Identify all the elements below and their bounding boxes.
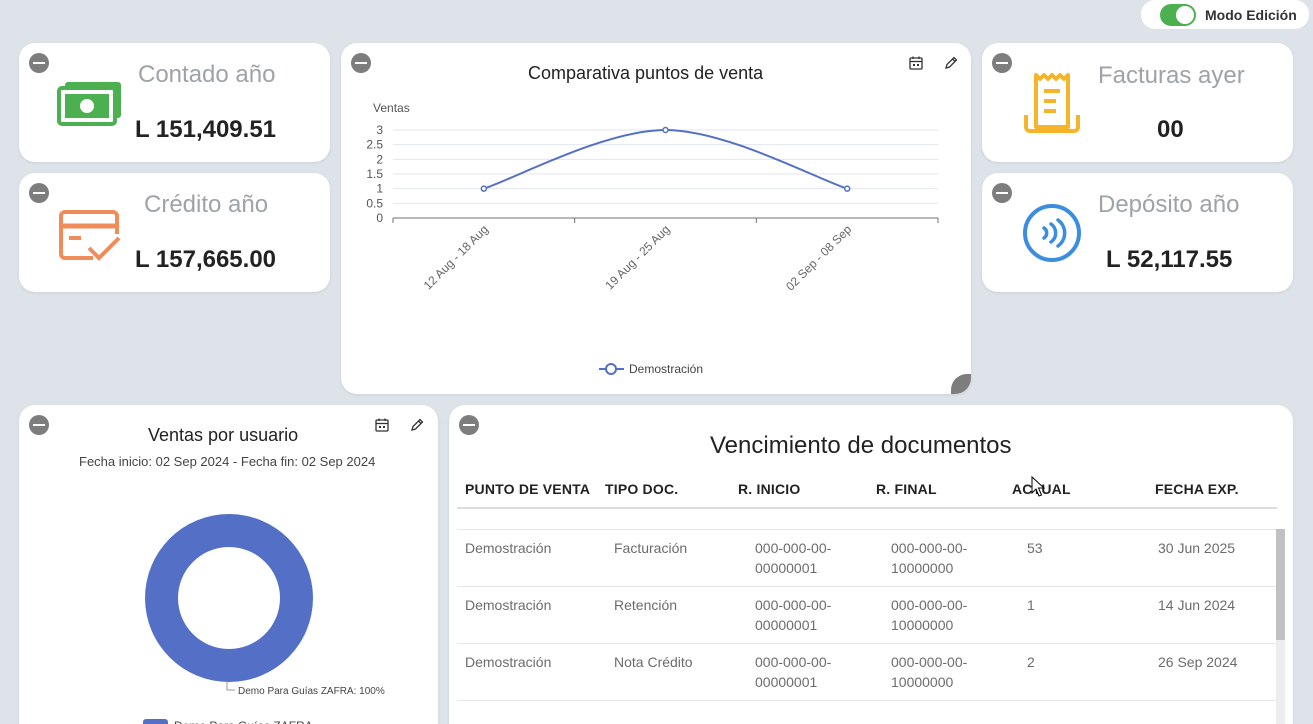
kpi-value: L 157,665.00 (135, 246, 277, 273)
kpi-title: Depósito año (1098, 191, 1240, 218)
mouse-cursor-icon (1031, 476, 1045, 497)
x-tick-label: 12 Aug - 18 Aug (421, 222, 491, 292)
donut-chart-card: Ventas por usuario Fecha inicio: 02 Sep … (19, 405, 438, 724)
kpi-title: Facturas ayer (1098, 62, 1245, 89)
table-cell: 000-000-00-10000000 (891, 540, 968, 576)
table-cell: 2 (1027, 654, 1035, 670)
kpi-card-facturas: Facturas ayer 00 (982, 43, 1293, 162)
remove-widget-button[interactable] (459, 415, 479, 435)
pie-slice (145, 514, 313, 682)
x-tick-label: 19 Aug - 25 Aug (602, 222, 672, 292)
header-divider (457, 507, 1277, 509)
receipt-icon (1024, 73, 1080, 133)
edit-mode-toggle[interactable]: Modo Edición (1141, 0, 1309, 29)
table-cell: Demostración (465, 540, 552, 556)
table-cell: 000-000-00-10000000 (891, 654, 968, 690)
legend-label: Demo Para Guías ZAFRA (174, 719, 313, 724)
row-divider (457, 586, 1277, 587)
row-divider (457, 643, 1277, 644)
table-cell: 000-000-00-00000001 (755, 540, 832, 576)
column-header[interactable]: FECHA EXP. (1155, 481, 1239, 497)
row-divider (457, 529, 1277, 530)
table-cell: Demostración (465, 597, 552, 613)
column-header[interactable]: R. INICIO (738, 481, 800, 497)
kpi-value: L 151,409.51 (135, 116, 277, 143)
toggle-switch[interactable] (1160, 3, 1196, 26)
data-point (843, 185, 851, 192)
contactless-icon (1023, 204, 1081, 262)
table-cell: Retención (614, 597, 678, 613)
y-tick-label: 3 (376, 123, 383, 137)
table-title: Vencimiento de documentos (710, 432, 1012, 459)
table-cell: 53 (1027, 540, 1043, 556)
table-cell: 000-000-00-10000000 (891, 597, 968, 633)
table-cell: Demostración (465, 654, 552, 670)
row-divider (457, 700, 1277, 701)
y-axis-title: Ventas (373, 101, 410, 115)
table-cell: 000-000-00-00000001 (755, 654, 832, 690)
y-tick-label: 0.5 (366, 196, 383, 210)
credit-card-check-icon (59, 210, 121, 261)
legend-marker (605, 363, 617, 375)
x-tick-label: 02 Sep - 08 Sep (783, 222, 854, 293)
y-tick-label: 0 (376, 211, 383, 225)
kpi-card-credito: Crédito año L 157,665.00 (19, 173, 330, 292)
table-cell: 000-000-00-00000001 (755, 597, 832, 633)
kpi-card-deposito: Depósito año L 52,117.55 (982, 173, 1293, 292)
table-cell: Facturación (614, 540, 688, 556)
kpi-value: L 52,117.55 (1106, 246, 1233, 273)
data-point (480, 185, 488, 192)
donut-chart: Demo Para Guías ZAFRA: 100% Demo Para Guí… (143, 514, 385, 724)
table-cell: 1 (1027, 597, 1035, 613)
kpi-title: Crédito año (144, 191, 269, 218)
remove-widget-button[interactable] (992, 53, 1012, 73)
slice-label-leader (226, 682, 235, 691)
slice-label: Demo Para Guías ZAFRA: 100% (238, 686, 385, 697)
column-header[interactable]: PUNTO DE VENTA (465, 481, 590, 497)
kpi-card-contado: Contado año L 151,409.51 (19, 43, 330, 162)
table-cell: 14 Jun 2024 (1158, 597, 1236, 613)
remove-widget-button[interactable] (29, 183, 49, 203)
line-chart-card: Comparativa puntos de venta Ventas 0 0.5 1 1… (341, 43, 971, 394)
kpi-value: 00 (1157, 116, 1184, 143)
y-tick-label: 1 (376, 182, 383, 196)
y-tick-label: 2 (376, 152, 383, 166)
column-header[interactable]: R. FINAL (876, 481, 937, 497)
remove-widget-button[interactable] (992, 183, 1012, 203)
column-header[interactable]: TIPO DOC. (605, 481, 678, 497)
line-chart: Ventas 00.511.522.53 12 Aug - 18 Aug 19 Aug… (366, 101, 939, 376)
table-cell: 30 Jun 2025 (1158, 540, 1236, 556)
table-cell: 26 Sep 2024 (1158, 654, 1238, 670)
remove-widget-button[interactable] (29, 53, 49, 73)
kpi-title: Contado año (138, 61, 276, 88)
edit-mode-label: Modo Edición (1205, 6, 1297, 23)
scrollbar-thumb[interactable] (1276, 529, 1285, 640)
table-cell: Nota Crédito (614, 654, 693, 670)
money-icon (57, 82, 121, 126)
y-tick-label: 1.5 (366, 167, 383, 181)
legend-label: Demostración (629, 362, 703, 376)
legend-swatch (143, 719, 168, 724)
y-tick-label: 2.5 (366, 138, 383, 152)
data-point (662, 126, 669, 134)
